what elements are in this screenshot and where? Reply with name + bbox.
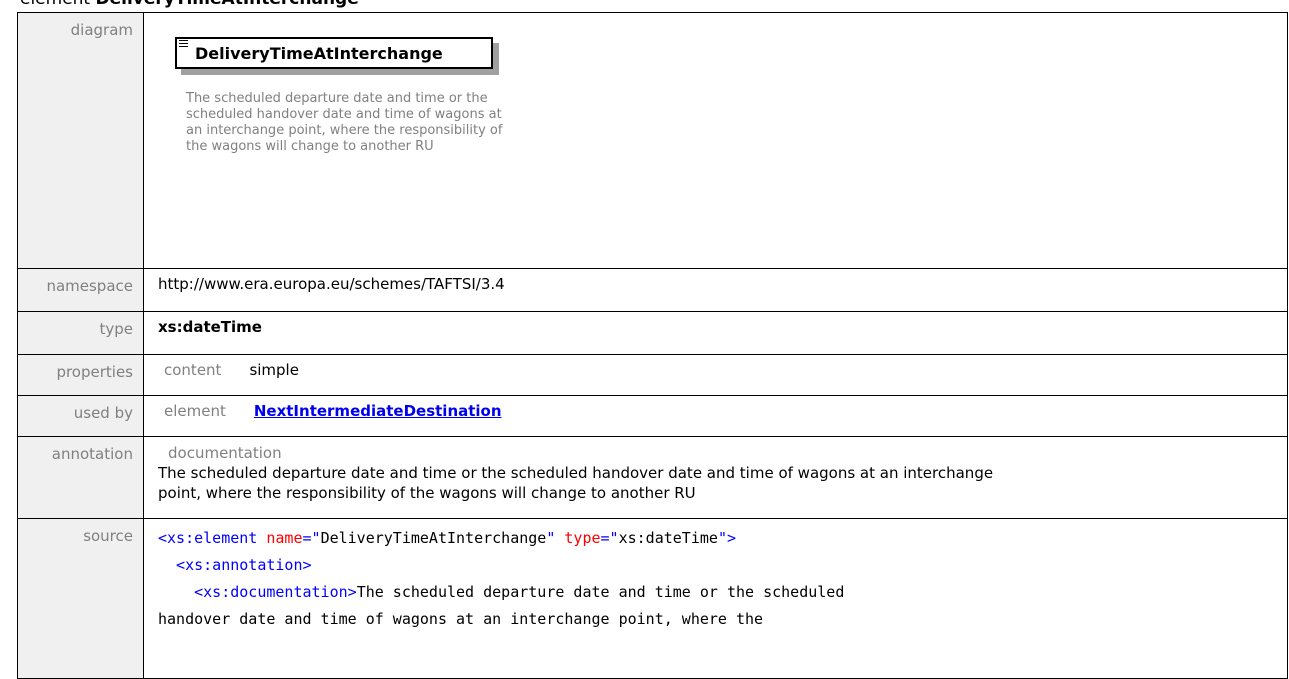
row-properties: properties content simple: [17, 354, 1288, 396]
heading-element-name: DeliveryTimeAtInterchange: [96, 0, 359, 9]
source-val-type: xs:dateTime: [618, 529, 718, 547]
annotation-value: documentation The scheduled departure da…: [143, 436, 1288, 519]
source-val-name: DeliveryTimeAtInterchange: [320, 529, 547, 547]
used-by-link[interactable]: NextIntermediateDestination: [254, 402, 502, 420]
source-tag-open: <xs:element: [158, 529, 267, 547]
source-attr-name: name: [266, 529, 303, 547]
type-name: xs:dateTime: [158, 318, 262, 336]
label-diagram: diagram: [17, 12, 144, 269]
label-namespace: namespace: [17, 268, 144, 312]
annotation-title: documentation: [168, 444, 282, 462]
row-namespace: namespace http://www.era.europa.eu/schem…: [17, 268, 1288, 312]
heading-prefix: element: [20, 0, 90, 9]
diagram-element-box[interactable]: DeliveryTimeAtInterchange: [175, 37, 493, 69]
source-attr-type: type: [564, 529, 601, 547]
source-line-1: <xs:element name="DeliveryTimeAtIntercha…: [158, 525, 1287, 552]
label-properties: properties: [17, 354, 144, 396]
label-used-by: used by: [17, 395, 144, 437]
row-source: source <xs:element name="DeliveryTimeAtI…: [17, 518, 1288, 679]
annotation-line-1: The scheduled departure date and time or…: [158, 464, 994, 482]
namespace-value: http://www.era.europa.eu/schemes/TAFTSI/…: [143, 268, 1288, 312]
property-value: simple: [249, 361, 299, 379]
source-tag-close: ">: [717, 529, 736, 547]
source-doc-text: The scheduled departure date and time or…: [356, 583, 845, 601]
row-type: type xs:dateTime: [17, 311, 1288, 355]
source-line-4: handover date and time of wagons at an i…: [158, 610, 764, 628]
source-line-2: <xs:annotation>: [158, 556, 312, 574]
source-line-3: <xs:documentation>The scheduled departur…: [158, 579, 1287, 606]
label-source: source: [17, 518, 144, 679]
properties-value: content simple: [143, 354, 1288, 396]
used-by-kind: element: [164, 402, 226, 420]
source-code: <xs:element name="DeliveryTimeAtIntercha…: [143, 518, 1288, 679]
source-quote-1: ": [546, 529, 565, 547]
element-lines-icon: [179, 40, 188, 48]
label-type: type: [17, 311, 144, 355]
annotation-line-2: point, where the responsibility of the w…: [158, 484, 696, 502]
type-value: xs:dateTime: [143, 311, 1288, 355]
source-eq-1: =": [302, 529, 321, 547]
page-heading: element DeliveryTimeAtInterchange: [20, 0, 359, 10]
source-doc-tag: <xs:documentation>: [158, 583, 357, 601]
property-key: content: [164, 361, 222, 379]
used-by-value: element NextIntermediateDestination: [143, 395, 1288, 437]
diagram-documentation: The scheduled departure date and time or…: [186, 91, 503, 154]
diagram-element-name: DeliveryTimeAtInterchange: [195, 44, 443, 63]
row-used-by: used by element NextIntermediateDestinati…: [17, 395, 1288, 437]
label-annotation: annotation: [17, 436, 144, 519]
row-annotation: annotation documentation The scheduled d…: [17, 436, 1288, 519]
source-eq-2: =": [600, 529, 619, 547]
